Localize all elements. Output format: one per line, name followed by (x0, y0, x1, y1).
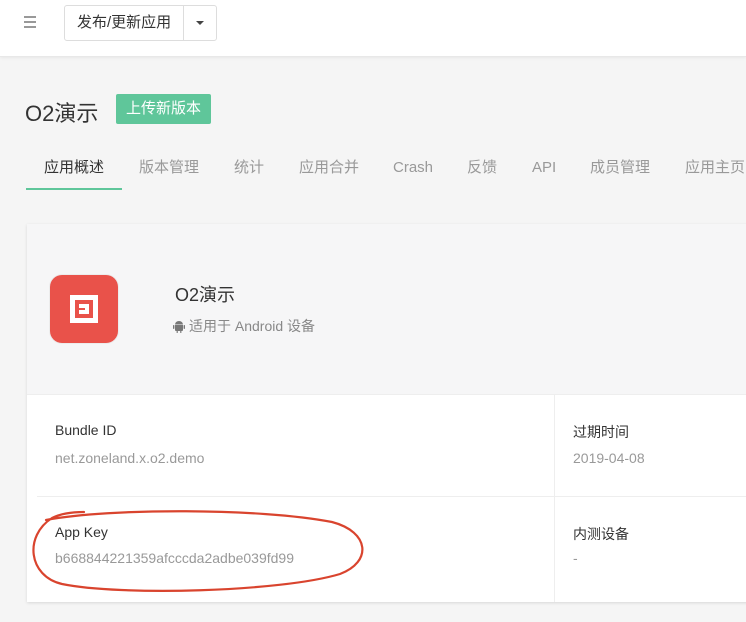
tab-app-homepage[interactable]: 应用主页 (685, 150, 745, 188)
test-devices-label: 内测设备 (573, 526, 629, 542)
top-bar: 发布/更新应用 (0, 0, 746, 57)
page-title: O2演示 (25, 101, 99, 126)
tab-crash[interactable]: Crash (393, 150, 433, 188)
tab-merge[interactable]: 应用合并 (299, 150, 359, 188)
android-icon (173, 320, 185, 333)
publish-dropdown-toggle[interactable] (184, 6, 216, 40)
app-key-label: App Key (55, 524, 108, 540)
tab-members[interactable]: 成员管理 (590, 150, 650, 188)
app-key-value: b668844221359afcccda2adbe039fd99 (55, 550, 295, 566)
app-summary: O2演示 适用于 Android 设备 (27, 224, 746, 395)
platform-text: 适用于 Android 设备 (189, 318, 316, 334)
hamburger-icon[interactable] (22, 12, 40, 30)
test-devices-value: - (573, 550, 578, 566)
tab-statistics[interactable]: 统计 (234, 150, 264, 188)
column-divider (554, 394, 555, 602)
expire-date-value: 2019-04-08 (573, 450, 645, 466)
caret-down-icon (196, 21, 205, 25)
bundle-id-value: net.zoneland.x.o2.demo (55, 450, 205, 466)
tab-feedback[interactable]: 反馈 (467, 150, 497, 188)
app-overview-card: O2演示 适用于 Android 设备 Bundle ID net.zonela… (27, 224, 746, 602)
bundle-id-label: Bundle ID (55, 422, 117, 438)
tab-api[interactable]: API (532, 150, 556, 188)
platform-info: 适用于 Android 设备 (173, 316, 315, 336)
app-logo-icon (50, 275, 118, 343)
app-name: O2演示 (175, 285, 236, 305)
tab-versions[interactable]: 版本管理 (139, 150, 199, 188)
row-divider (37, 496, 746, 497)
publish-update-button[interactable]: 发布/更新应用 (65, 6, 185, 40)
upload-new-version-button[interactable]: 上传新版本 (116, 94, 212, 124)
publish-button-group: 发布/更新应用 (64, 5, 218, 41)
expire-date-label: 过期时间 (573, 424, 629, 440)
tab-overview[interactable]: 应用概述 (26, 150, 123, 190)
